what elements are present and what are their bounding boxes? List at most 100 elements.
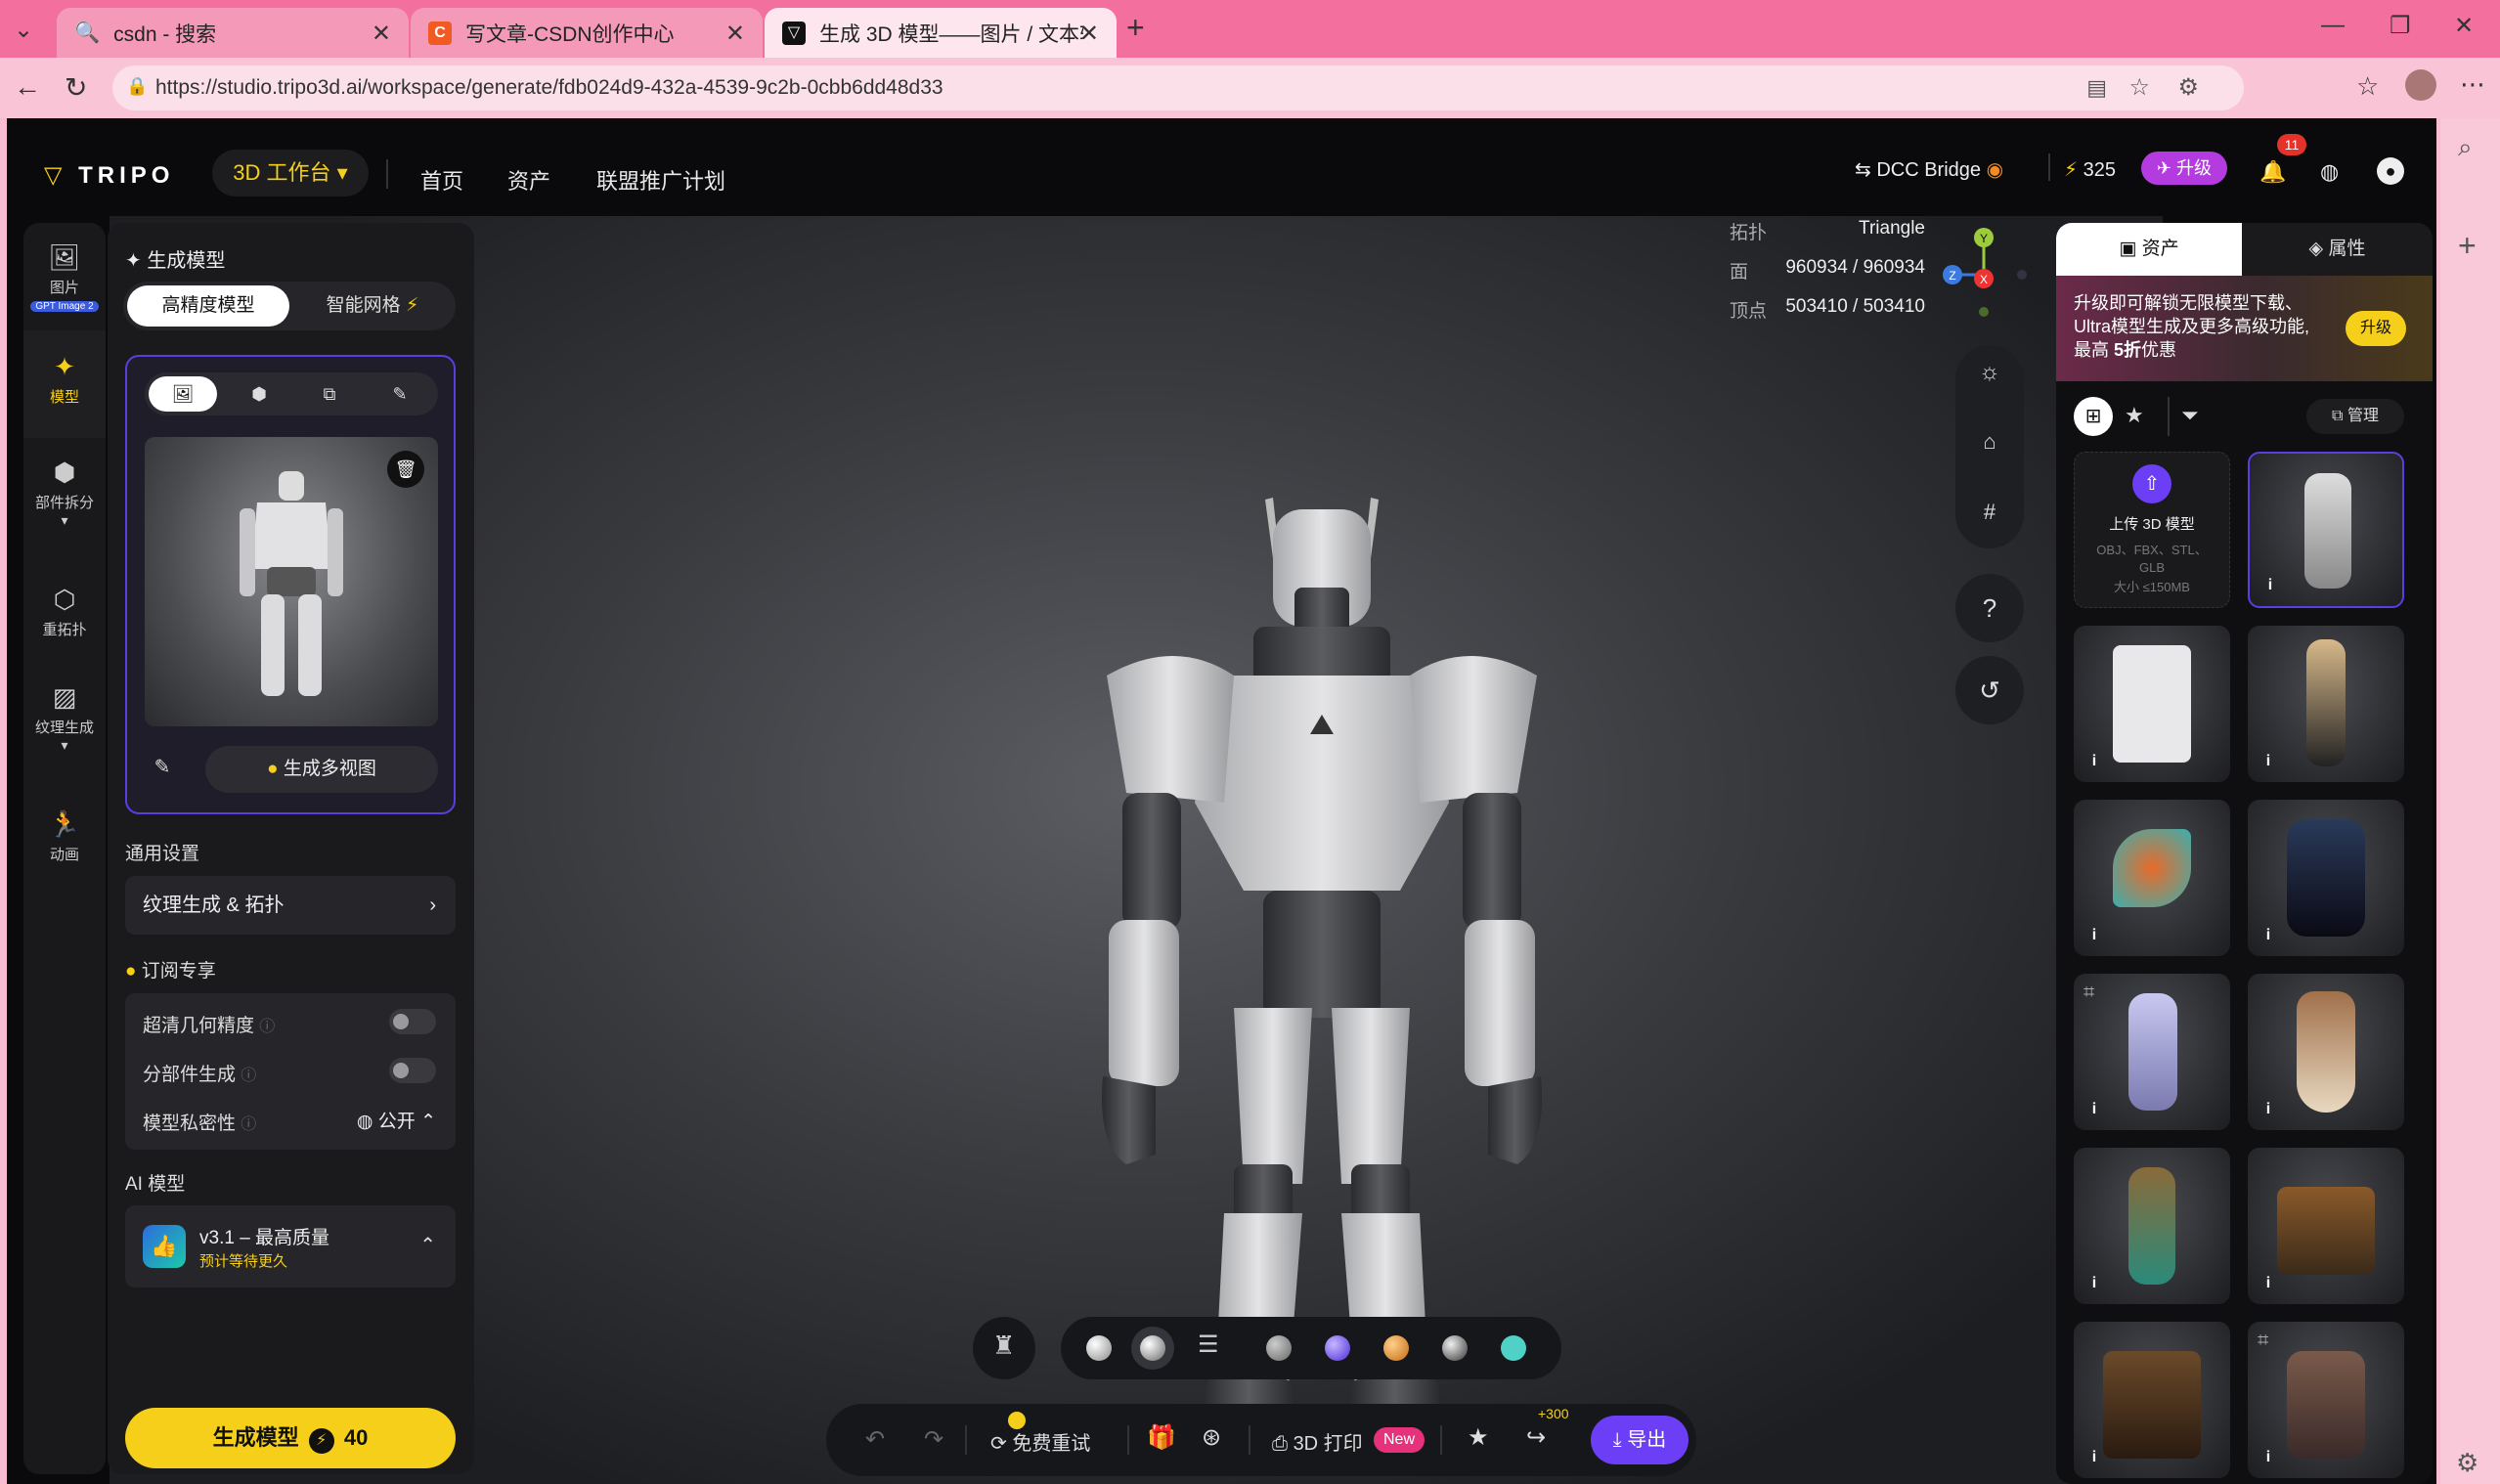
info-icon[interactable]: i: [2083, 1275, 2105, 1296]
asset-card-armor[interactable]: ⌗ i: [2248, 1322, 2404, 1478]
asset-card-dancer[interactable]: i: [2074, 1148, 2230, 1304]
generate-model-button[interactable]: 生成模型 ⚡ 40: [125, 1408, 456, 1468]
workspace-dropdown[interactable]: 3D 工作台 ▾: [212, 150, 369, 196]
info-icon[interactable]: i: [2258, 927, 2279, 948]
close-icon[interactable]: ✕: [725, 20, 745, 48]
asset-card-box-robot[interactable]: i: [2074, 626, 2230, 782]
upgrade-button[interactable]: ✈ 升级: [2141, 152, 2227, 185]
purple-material-icon[interactable]: [1325, 1335, 1350, 1361]
nav-home[interactable]: 首页: [420, 164, 463, 196]
grid-view-icon[interactable]: ⊞: [2074, 397, 2113, 436]
restore-icon[interactable]: ❐: [2390, 12, 2411, 40]
free-retry-button[interactable]: ⟳ 免费重试: [990, 1427, 1090, 1456]
tab-high-precision[interactable]: 高精度模型: [127, 285, 289, 327]
3d-print-button[interactable]: ⎙ 3D 打印: [1272, 1427, 1363, 1456]
minimize-icon[interactable]: —: [2321, 12, 2345, 39]
gift-icon[interactable]: 🎁: [1147, 1423, 1176, 1452]
tab-assets[interactable]: ▣ 资产: [2056, 223, 2242, 276]
model-view-toggle[interactable]: ♜: [973, 1317, 1035, 1379]
asset-card-doll[interactable]: i: [2248, 974, 2404, 1130]
search-icon[interactable]: ⌕: [2458, 132, 2473, 163]
asset-card-girl[interactable]: i: [2248, 626, 2404, 782]
settings-icon[interactable]: ⚙: [2456, 1448, 2478, 1478]
url-field[interactable]: 🔒 https://studio.tripo3d.ai/workspace/ge…: [112, 65, 2244, 110]
uploaded-image-preview[interactable]: 🗑: [145, 437, 438, 726]
ai-model-selector[interactable]: 👍 v3.1 – 最高质量 预计等待更久 ⌃: [125, 1205, 456, 1288]
trash-icon[interactable]: 🗑: [387, 451, 424, 488]
tab-properties[interactable]: ◈ 属性: [2242, 223, 2433, 276]
asset-card-knight[interactable]: ⌗ i: [2074, 974, 2230, 1130]
rail-retopology[interactable]: ⬡ 重拓扑: [23, 585, 106, 639]
grey-material-icon[interactable]: [1266, 1335, 1292, 1361]
info-icon[interactable]: i: [2258, 1275, 2279, 1296]
nav-assets[interactable]: 资产: [507, 164, 550, 196]
orbit-icon[interactable]: ⊛: [1202, 1423, 1221, 1452]
rail-texture[interactable]: ▨ 纹理生成 ▾: [23, 682, 106, 754]
bell-icon[interactable]: 🔔: [2259, 159, 2286, 185]
star-icon[interactable]: ★: [1468, 1423, 1489, 1452]
teal-material-icon[interactable]: [1501, 1335, 1526, 1361]
cube-icon[interactable]: ⬢: [235, 376, 284, 412]
rail-part-split[interactable]: ⬢ 部件拆分 ▾: [23, 458, 106, 529]
tab-csdn-search[interactable]: 🔍 csdn - 搜索 ✕: [57, 8, 409, 58]
tab-tripo[interactable]: ▽ 生成 3D 模型——图片 / 文本转 3D ✕: [765, 8, 1117, 58]
edit-pencil-icon[interactable]: ✎: [145, 750, 180, 785]
asset-card-creature[interactable]: i: [2074, 800, 2230, 956]
profile-avatar[interactable]: [2405, 69, 2436, 101]
nav-affiliate[interactable]: 联盟推广计划: [596, 164, 725, 196]
close-icon[interactable]: ✕: [1079, 20, 1099, 48]
tab-smart-mesh[interactable]: 智能网格 ⚡: [293, 285, 452, 327]
info-icon[interactable]: i: [2258, 753, 2279, 774]
history-icon[interactable]: ↺: [1955, 656, 2024, 724]
sliders-icon[interactable]: ☰: [1198, 1331, 1219, 1359]
parts-toggle[interactable]: [389, 1058, 436, 1083]
export-button[interactable]: ⤓ 导出: [1591, 1416, 1689, 1464]
new-tab-icon[interactable]: +: [1126, 10, 1145, 46]
info-icon[interactable]: i: [2258, 1101, 2279, 1122]
help-icon[interactable]: ?: [1955, 574, 2024, 642]
tab-list-icon[interactable]: ⌄: [14, 16, 33, 44]
reload-icon[interactable]: ↻: [65, 71, 87, 104]
promo-upgrade-button[interactable]: 升级: [2346, 311, 2406, 346]
screenshot-icon[interactable]: ⌂: [1955, 429, 2024, 455]
back-icon[interactable]: ←: [14, 71, 41, 103]
undo-icon[interactable]: ↶: [865, 1425, 885, 1454]
upload-3d-model[interactable]: ⇧ 上传 3D 模型 OBJ、FBX、STL、GLB 大小 ≤150MB: [2074, 452, 2230, 608]
rail-image[interactable]: 🖼 图片 GPT Image 2: [23, 242, 106, 312]
add-icon[interactable]: +: [2458, 228, 2477, 264]
orange-material-icon[interactable]: [1383, 1335, 1409, 1361]
redo-icon[interactable]: ↷: [924, 1425, 943, 1454]
asset-card-mech[interactable]: i: [2248, 800, 2404, 956]
light-icon[interactable]: ☼: [1955, 359, 2024, 386]
info-icon[interactable]: i: [2083, 753, 2105, 774]
asset-card-cart[interactable]: i: [2248, 1148, 2404, 1304]
close-window-icon[interactable]: ✕: [2454, 12, 2474, 40]
grid-icon[interactable]: #: [1955, 500, 2024, 525]
tab-csdn-editor[interactable]: C 写文章-CSDN创作中心 ✕: [411, 8, 763, 58]
texture-topology-row[interactable]: 纹理生成 & 拓扑 ›: [125, 876, 456, 935]
star-icon[interactable]: ☆: [2128, 73, 2150, 102]
help-icon[interactable]: ⓘ: [241, 1116, 256, 1133]
help-icon[interactable]: ⓘ: [259, 1019, 275, 1035]
rail-animation[interactable]: 🏃 动画: [23, 809, 106, 864]
asset-card-robot[interactable]: i: [2248, 452, 2404, 608]
share-icon[interactable]: ↪: [1526, 1423, 1546, 1452]
selected-material[interactable]: [1131, 1327, 1174, 1370]
filter-icon[interactable]: ⏷: [2181, 403, 2199, 428]
generate-multiview-button[interactable]: ● 生成多视图: [205, 746, 438, 793]
single-image-icon[interactable]: 🖼: [149, 376, 217, 412]
credits-display[interactable]: ⚡ 325: [2064, 157, 2116, 182]
asset-card-chest[interactable]: i: [2074, 1322, 2230, 1478]
info-icon[interactable]: i: [2259, 577, 2281, 598]
info-icon[interactable]: i: [2083, 1101, 2105, 1122]
privacy-dropdown[interactable]: ◍ 公开 ⌃: [357, 1107, 436, 1133]
geometry-toggle[interactable]: [389, 1009, 436, 1034]
star-icon[interactable]: ★: [2125, 403, 2144, 428]
tripo-logo[interactable]: ▽ TRIPO: [44, 161, 174, 190]
user-icon[interactable]: ●: [2377, 157, 2404, 185]
rail-model[interactable]: ✦ 模型: [23, 330, 106, 438]
dcc-bridge-button[interactable]: ⇆ DCC Bridge ◉: [1855, 157, 2003, 182]
globe-icon[interactable]: ◍: [2320, 159, 2339, 185]
manage-button[interactable]: ⧉ 管理: [2306, 399, 2404, 434]
close-icon[interactable]: ✕: [372, 20, 391, 48]
